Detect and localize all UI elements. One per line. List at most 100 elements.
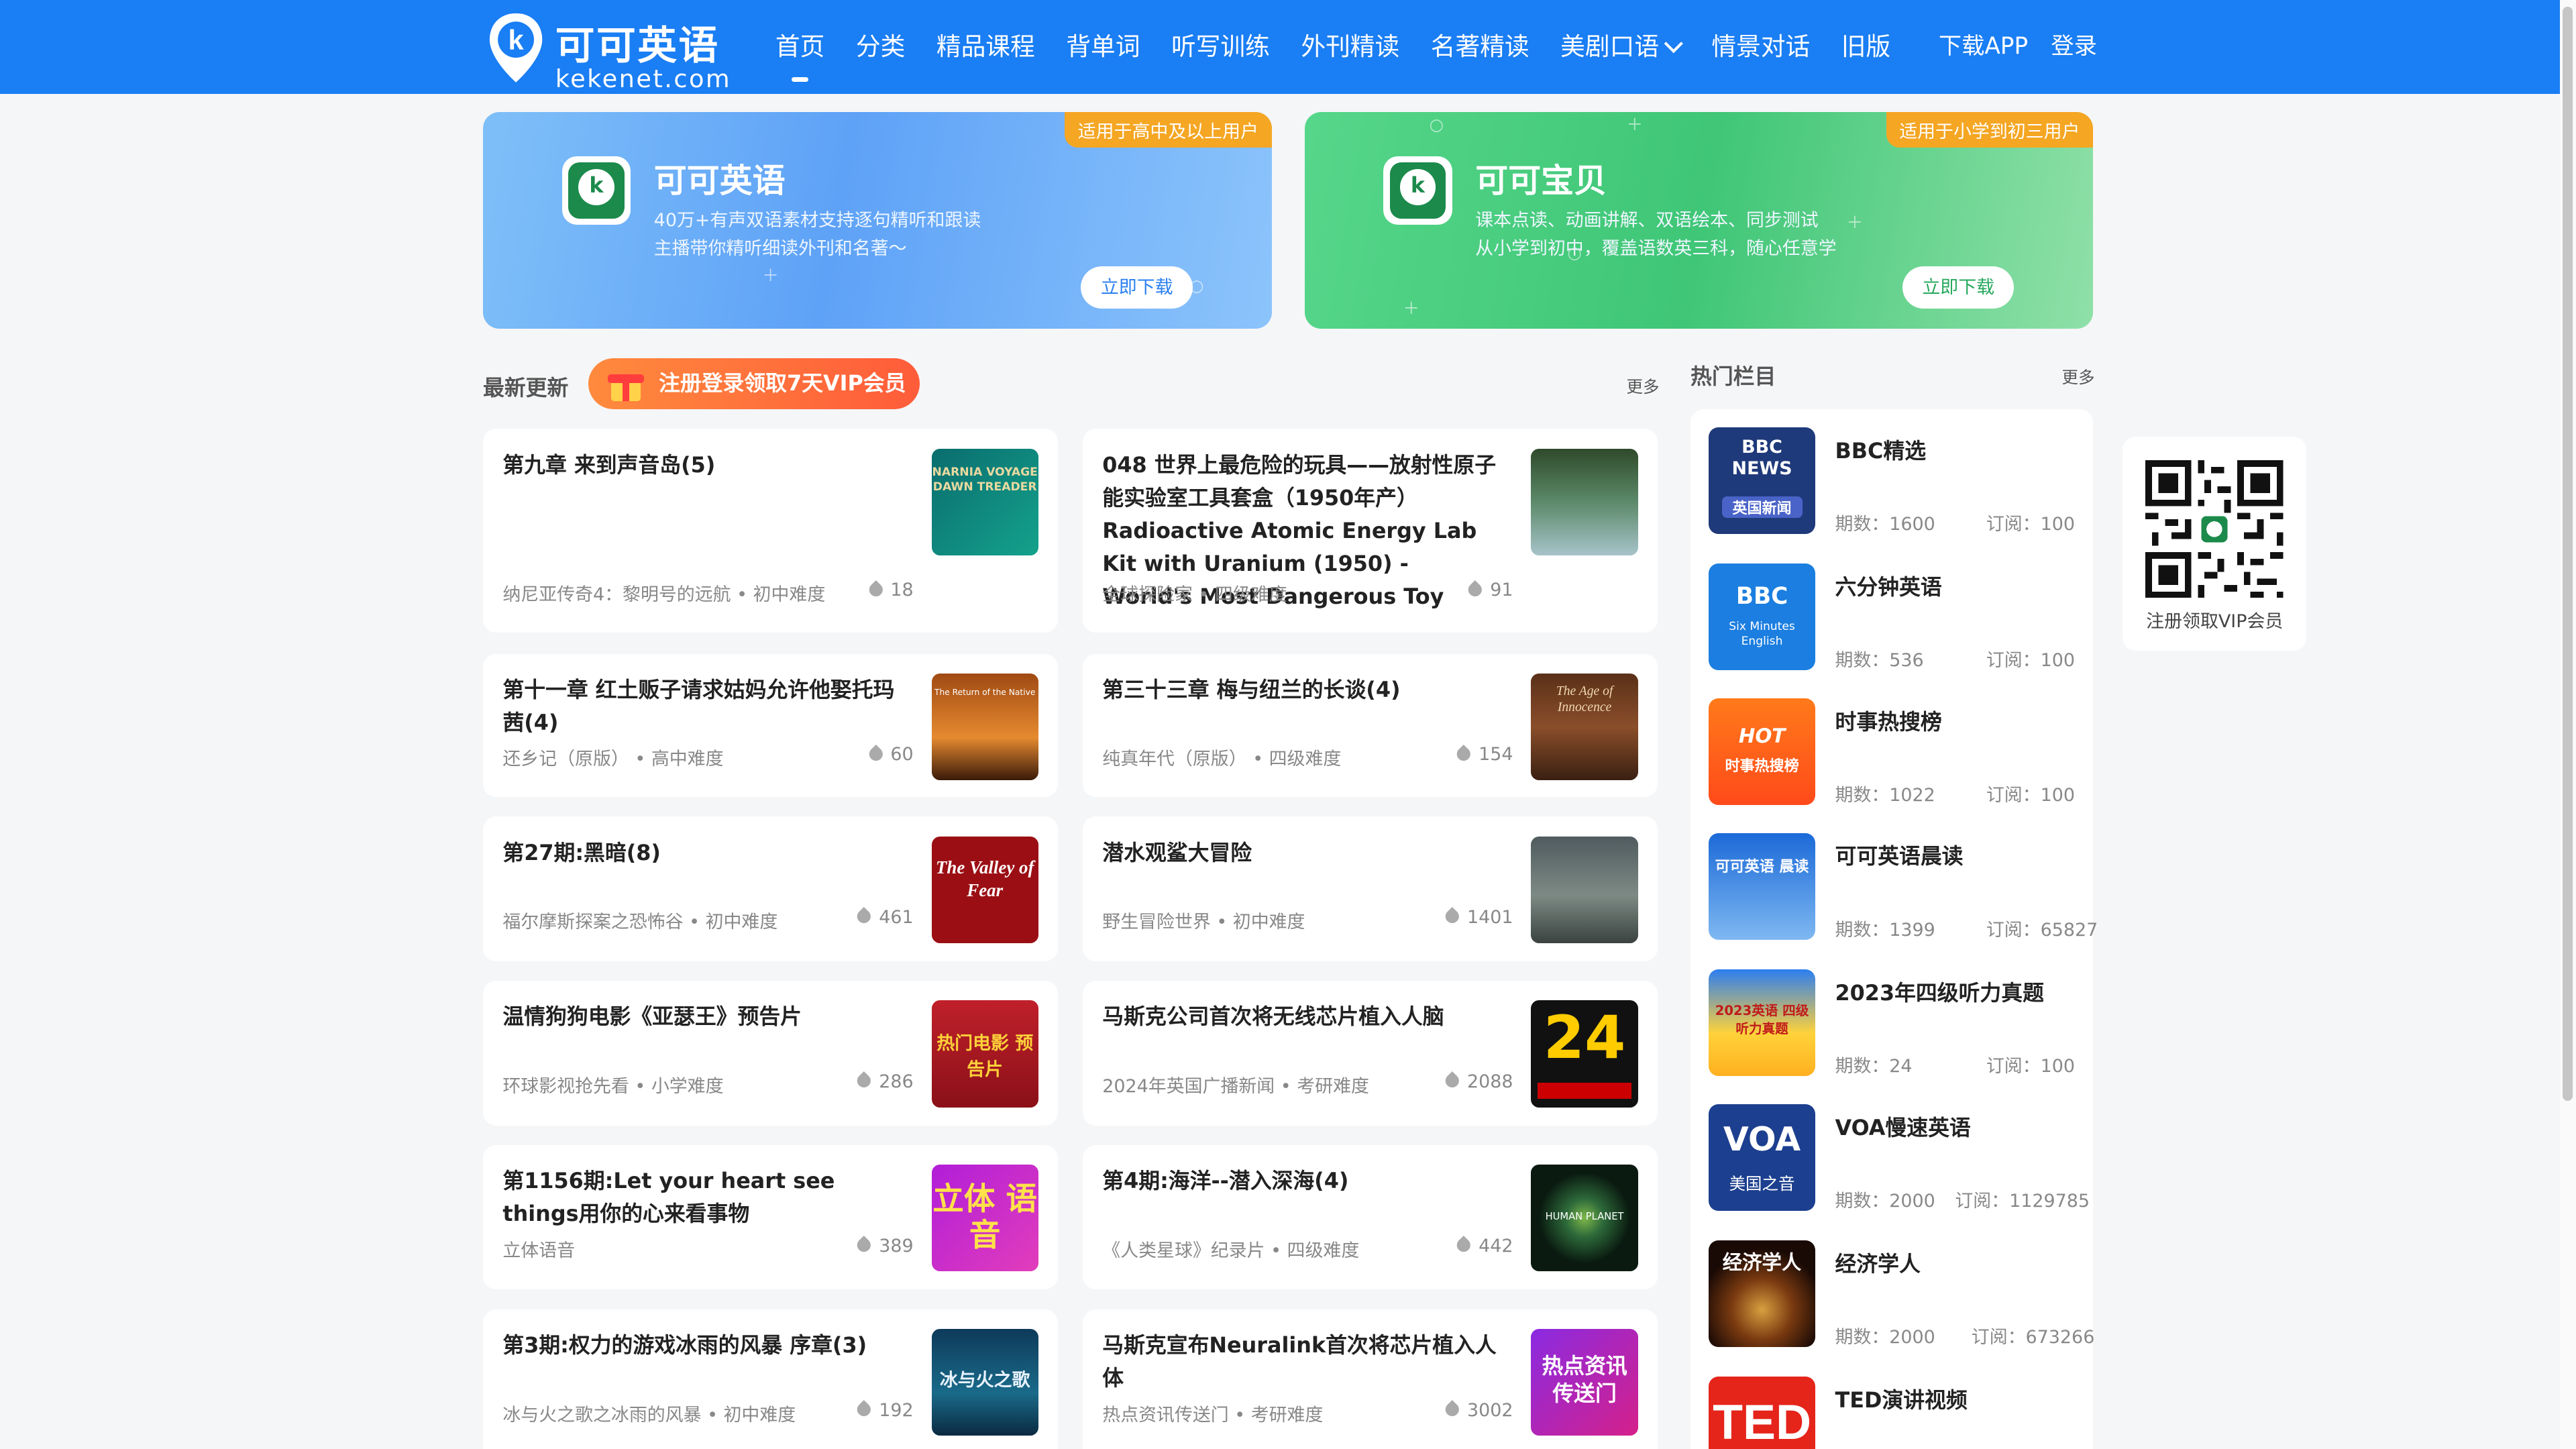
nav-item-category[interactable]: 分类 bbox=[856, 0, 905, 94]
hot-columns-panel: BBC NEWS 英国新闻 BBC精选 期数：1600 订阅：100 BBC S… bbox=[1690, 409, 2098, 1449]
nav-item-magazines[interactable]: 外刊精读 bbox=[1301, 0, 1399, 94]
site-logo[interactable]: k 可可英语 kekenet.com bbox=[486, 10, 733, 93]
morning-reading-icon: 可可英语 晨读 bbox=[1708, 833, 1816, 940]
latest-card[interactable]: 第九章 来到声音岛(5) 纳尼亚传奇4：黎明号的远航 • 初中难度 18 NAR… bbox=[483, 429, 1059, 633]
latest-card[interactable]: 第3期:权力的游戏冰雨的风暴 序章(3) 冰与火之歌之冰雨的风暴 • 初中难度 … bbox=[483, 1309, 1059, 1449]
latest-card[interactable]: 潜水观鲨大冒险 野生冒险世界 • 初中难度 1401 bbox=[1082, 816, 1658, 961]
hot-item-issues: 期数：1022 bbox=[1835, 785, 1935, 806]
kekebaby-app-icon: k bbox=[1383, 156, 1452, 225]
nav-item-dictation[interactable]: 听写训练 bbox=[1171, 0, 1270, 94]
banner-kekenet-app[interactable]: ＋ ○ 适用于高中及以上用户 k 可可英语 40万+有声双语素材支持逐句精听和跟… bbox=[483, 111, 1272, 329]
vip-promo-button[interactable]: 注册登录领取7天VIP会员 bbox=[588, 358, 920, 409]
logo-title: 可可英语 bbox=[555, 21, 720, 68]
voa-icon: VOA 美国之音 bbox=[1708, 1104, 1816, 1211]
latest-card[interactable]: 马斯克宣布Neuralink首次将芯片植入人体 热点资讯传送门 • 考研难度 3… bbox=[1082, 1309, 1658, 1449]
card-count: 154 bbox=[1454, 744, 1513, 765]
card-meta: 还乡记（原版） • 高中难度 bbox=[502, 749, 724, 770]
card-meta: 冰与火之歌之冰雨的风暴 • 初中难度 bbox=[502, 1404, 796, 1426]
hot-item-subscribers: 订阅：100 bbox=[1986, 1056, 2075, 1077]
hot-item-name: 2023年四级听力真题 bbox=[1835, 979, 2044, 1006]
thumbnail-text: 立体 语音 bbox=[932, 1180, 1038, 1253]
banner-kekebaby-app[interactable]: ○ ＋ ＋ ＋ ○ 适用于小学到初三用户 k 可可宝贝 课本点读、动画讲解、双语… bbox=[1304, 111, 2094, 329]
hot-item[interactable]: VOA 美国之音 VOA慢速英语 期数：2000 订阅：1129785 bbox=[1708, 1104, 2090, 1213]
hot-item[interactable]: BBC Six Minutes English 六分钟英语 期数：536 订阅：… bbox=[1708, 564, 2078, 672]
latest-card[interactable]: 马斯克公司首次将无线芯片植入人脑 2024年英国广播新闻 • 考研难度 2088… bbox=[1082, 981, 1658, 1126]
icon-text: BBC NEWS bbox=[1731, 437, 1792, 480]
card-thumbnail bbox=[1531, 448, 1638, 555]
latest-card[interactable]: 048 世界上最危险的玩具——放射性原子能实验室工具套盒（1950年产）Radi… bbox=[1082, 429, 1658, 633]
hot-more-link[interactable]: 更多 bbox=[2061, 365, 2094, 388]
thumbnail-text: NARNIA VOYAGE DAWN TREADER bbox=[932, 466, 1038, 494]
hot-item[interactable]: 可可英语 晨读 可可英语晨读 期数：1399 订阅：65827 bbox=[1708, 833, 2098, 942]
banner-title: 可可宝贝 bbox=[1475, 162, 1607, 201]
nav-item-classics[interactable]: 名著精读 bbox=[1431, 0, 1529, 94]
card-meta: 2024年英国广播新闻 • 考研难度 bbox=[1102, 1075, 1369, 1097]
card-meta: 福尔摩斯探案之恐怖谷 • 初中难度 bbox=[502, 911, 778, 932]
icon-text: HOT bbox=[1738, 724, 1786, 747]
latest-card[interactable]: 第十一章 红土贩子请求姑妈允许他娶托玛茜(4) 还乡记（原版） • 高中难度 6… bbox=[483, 653, 1059, 797]
card-meta: 《人类星球》纪录片 • 四级难度 bbox=[1102, 1240, 1360, 1261]
card-title: 第27期:黑暗(8) bbox=[502, 839, 661, 865]
card-title: 第1156期:Let your heart see things用你的心来看事物 bbox=[502, 1168, 835, 1227]
page-scrollbar[interactable] bbox=[2559, 0, 2576, 1449]
nav-item-vocabulary[interactable]: 背单词 bbox=[1066, 0, 1140, 94]
nav-item-old-version[interactable]: 旧版 bbox=[1841, 0, 1890, 94]
latest-more-link[interactable]: 更多 bbox=[1627, 374, 1660, 398]
thumbnail-text: 热点资讯 传送门 bbox=[1542, 1352, 1627, 1407]
card-count-value: 18 bbox=[890, 580, 914, 601]
scrollbar-thumb[interactable] bbox=[2563, 6, 2573, 1101]
nav-item-tv-english-label: 美剧口语 bbox=[1560, 32, 1660, 61]
card-count-value: 3002 bbox=[1467, 1399, 1513, 1421]
icon-subtext: 英国新闻 bbox=[1721, 496, 1803, 518]
nav-item-home[interactable]: 首页 bbox=[775, 0, 824, 94]
latest-section-title: 最新更新 bbox=[483, 375, 569, 401]
icon-text: 可可英语 晨读 bbox=[1715, 858, 1809, 875]
latest-card[interactable]: 第27期:黑暗(8) 福尔摩斯探案之恐怖谷 • 初中难度 461 The Val… bbox=[483, 816, 1059, 961]
download-button[interactable]: 立即下载 bbox=[1902, 266, 2015, 309]
card-meta: 全球探险家 • 四级难度 bbox=[1102, 584, 1287, 606]
audience-tag: 适用于小学到初三用户 bbox=[1886, 111, 2094, 148]
latest-card[interactable]: 第1156期:Let your heart see things用你的心来看事物… bbox=[483, 1144, 1059, 1290]
login-link[interactable]: 登录 bbox=[2051, 0, 2097, 94]
icon-text: TED bbox=[1713, 1393, 1811, 1449]
card-count: 286 bbox=[855, 1071, 914, 1092]
card-title: 第3期:权力的游戏冰雨的风暴 序章(3) bbox=[502, 1332, 867, 1358]
latest-card[interactable]: 温情狗狗电影《亚瑟王》预告片 环球影视抢先看 • 小学难度 286 热门电影 预… bbox=[483, 981, 1059, 1126]
hot-item[interactable]: BBC NEWS 英国新闻 BBC精选 期数：1600 订阅：100 bbox=[1708, 427, 2078, 536]
card-thumbnail bbox=[1531, 836, 1638, 943]
hot-item[interactable]: TED TED演讲视频 bbox=[1708, 1377, 2078, 1449]
qr-code-card[interactable]: 注册领取VIP会员 bbox=[2123, 437, 2307, 651]
download-app-link[interactable]: 下载APP bbox=[1939, 0, 2028, 94]
card-title: 第4期:海洋--潜入深海(4) bbox=[1102, 1168, 1349, 1194]
nav-item-courses[interactable]: 精品课程 bbox=[936, 0, 1035, 94]
thumbnail-text: 冰与火之歌 bbox=[939, 1370, 1030, 1391]
listen-count-icon bbox=[855, 907, 874, 926]
card-thumbnail: The Valley of Fear bbox=[931, 836, 1038, 943]
card-thumbnail: NARNIA VOYAGE DAWN TREADER bbox=[931, 448, 1038, 555]
card-thumbnail: 24 bbox=[1531, 1000, 1638, 1108]
qr-code bbox=[2145, 460, 2284, 598]
card-title: 第三十三章 梅与纽兰的长谈(4) bbox=[1102, 677, 1401, 703]
logo-pin-icon: k bbox=[489, 13, 543, 83]
latest-card[interactable]: 第三十三章 梅与纽兰的长谈(4) 纯真年代（原版） • 四级难度 154 The… bbox=[1082, 653, 1658, 797]
banner-line-1: 40万+有声双语素材支持逐句精听和跟读 bbox=[653, 210, 981, 231]
six-minute-english-icon: BBC Six Minutes English bbox=[1708, 564, 1816, 671]
listen-count-icon bbox=[866, 580, 885, 599]
hot-item[interactable]: 2023英语 四级听力真题 2023年四级听力真题 期数：24 订阅：100 bbox=[1708, 969, 2078, 1078]
card-count: 442 bbox=[1454, 1236, 1513, 1256]
thumbnail-text: 24 bbox=[1543, 1003, 1626, 1073]
nav-item-dialogues[interactable]: 情景对话 bbox=[1711, 0, 1810, 94]
main-menu: 首页 分类 精品课程 背单词 听写训练 外刊精读 名著精读 美剧口语 情景对话 … bbox=[775, 0, 1922, 94]
latest-card[interactable]: 第4期:海洋--潜入深海(4) 《人类星球》纪录片 • 四级难度 442 HUM… bbox=[1082, 1144, 1658, 1290]
hot-item-name: TED演讲视频 bbox=[1835, 1387, 1968, 1413]
hot-item[interactable]: HOT 时事热搜榜 时事热搜榜 期数：1022 订阅：100 bbox=[1708, 698, 2078, 807]
card-thumbnail: The Age of Innocence bbox=[1531, 674, 1638, 781]
card-count-value: 60 bbox=[890, 744, 914, 765]
nav-item-tv-english[interactable]: 美剧口语 bbox=[1560, 0, 1683, 94]
listen-count-icon bbox=[855, 1071, 874, 1090]
banner-line-1: 课本点读、动画讲解、双语绘本、同步测试 bbox=[1475, 210, 1819, 231]
download-button[interactable]: 立即下载 bbox=[1081, 266, 1193, 309]
hot-item[interactable]: 经济学人 经济学人 期数：2000 订阅：673266 bbox=[1708, 1240, 2094, 1349]
thumbnail-text: The Valley of Fear bbox=[935, 857, 1034, 901]
card-meta: 野生冒险世界 • 初中难度 bbox=[1102, 911, 1305, 932]
